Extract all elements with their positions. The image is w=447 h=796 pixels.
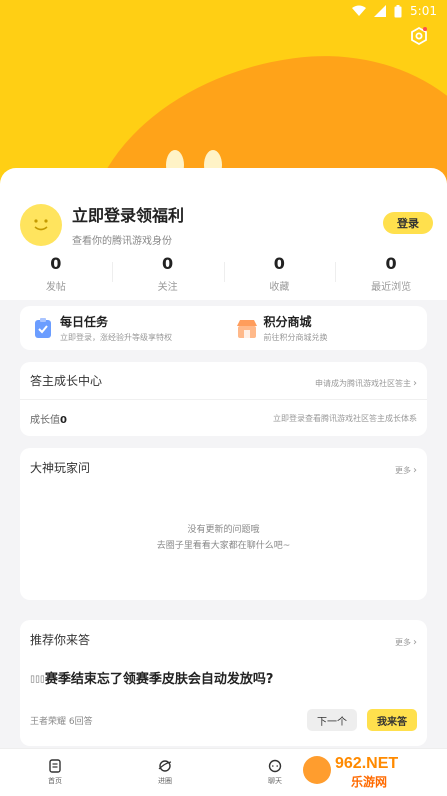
stat-label: 最近浏览: [371, 282, 412, 293]
recommend-more-link[interactable]: 更多 ›: [395, 630, 417, 649]
site-watermark-logo: 962.NET 乐游网: [303, 755, 398, 789]
expert-title: 大神玩家问: [30, 460, 91, 475]
status-time: 5:01: [410, 4, 437, 18]
header-background: [0, 0, 447, 190]
question-footer: 王者荣耀 6回答 下一个 我来答: [20, 687, 427, 731]
expert-questions-card: 大神玩家问 更多 › 没有更新的问题哦 去圈子里看看大家都在聊什么吧~: [20, 448, 427, 600]
question-meta: 王者荣耀 6回答: [30, 714, 93, 727]
points-mall-subtitle: 前往积分商城兑换: [263, 333, 328, 342]
expert-more-link[interactable]: 更多 ›: [395, 458, 417, 477]
more-label: 更多: [395, 465, 411, 475]
question-text: 赛季结束忘了领赛季皮肤会自动发放吗?: [44, 672, 274, 687]
stat-value: 0: [385, 254, 397, 273]
question-title[interactable]: ▯▯▯赛季结束忘了领赛季皮肤会自动发放吗?: [20, 658, 427, 687]
recommend-title: 推荐你来答: [30, 632, 91, 647]
recommend-card: 推荐你来答 更多 › ▯▯▯赛季结束忘了领赛季皮肤会自动发放吗? 王者荣耀 6回答…: [20, 620, 427, 746]
login-prompt-subtitle: 查看你的腾讯游戏身份: [72, 236, 172, 247]
more-label: 更多: [395, 637, 411, 647]
empty-line-1: 没有更新的问题哦: [187, 525, 260, 535]
next-question-button[interactable]: 下一个: [307, 709, 357, 731]
clipboard-check-icon: [35, 318, 51, 338]
daily-task-entry[interactable]: 每日任务 立即登录，涨经验升等级享特权: [20, 306, 224, 350]
recommend-header-row: 推荐你来答 更多 ›: [20, 620, 427, 658]
question-game: 王者荣耀: [30, 716, 67, 727]
smiley-icon: [34, 218, 48, 230]
growth-value-row: 成长值0 立即登录查看腾讯游戏社区答主成长体系: [20, 399, 427, 436]
growth-value: 0: [60, 414, 67, 426]
status-bar: 5:01: [352, 0, 437, 22]
stats-row: 0 发帖 0 关注 0 收藏 0 最近浏览: [0, 254, 447, 293]
question-answer-count: 6回答: [68, 716, 93, 727]
stat-label: 关注: [157, 282, 178, 293]
empty-line-2: 去圈子里看看大家都在聊什么吧~: [156, 541, 291, 551]
daily-task-subtitle: 立即登录，涨经验升等级享特权: [60, 333, 172, 342]
growth-center-card: 答主成长中心 申请成为腾讯游戏社区答主 › 成长值0 立即登录查看腾讯游戏社区答主…: [20, 362, 427, 436]
stat-favorites[interactable]: 0 收藏: [223, 254, 336, 293]
login-button[interactable]: 登录: [383, 212, 433, 234]
chevron-right-icon: ›: [413, 464, 417, 476]
points-mall-entry[interactable]: 积分商城 前往积分商城兑换: [224, 306, 428, 350]
points-mall-title: 积分商城: [263, 315, 312, 329]
stat-recent[interactable]: 0 最近浏览: [335, 254, 447, 293]
planet-icon: [158, 760, 172, 772]
svg-text:乐游网: 乐游网: [351, 774, 387, 789]
signal-icon: [374, 5, 387, 17]
growth-header-row[interactable]: 答主成长中心 申请成为腾讯游戏社区答主 ›: [20, 362, 427, 399]
battery-icon: [394, 4, 402, 17]
chevron-right-icon: ›: [413, 636, 417, 648]
growth-apply-link[interactable]: 申请成为腾讯游戏社区答主: [315, 379, 411, 388]
growth-value-label: 成长值: [30, 414, 60, 426]
tab-label: 进圈: [158, 777, 172, 785]
growth-login-hint[interactable]: 立即登录查看腾讯游戏社区答主成长体系: [273, 413, 417, 424]
stat-value: 0: [50, 254, 62, 273]
empty-state: 没有更新的问题哦 去圈子里看看大家都在聊什么吧~: [20, 522, 427, 554]
stat-label: 收藏: [269, 282, 290, 293]
stat-following[interactable]: 0 关注: [111, 254, 224, 293]
chevron-right-icon: ›: [413, 378, 417, 389]
tab-label: 首页: [48, 777, 62, 785]
profile-header[interactable]: 立即登录领福利 查看你的腾讯游戏身份: [20, 202, 184, 247]
home-doc-icon: [49, 759, 61, 773]
shop-icon: [236, 320, 257, 338]
wifi-icon: [352, 5, 367, 16]
orange-blob: [63, 32, 447, 190]
avatar[interactable]: [20, 203, 62, 246]
daily-task-title: 每日任务: [60, 315, 109, 329]
tab-label: 聊天: [268, 777, 282, 785]
tab-home[interactable]: 首页: [0, 749, 110, 796]
stat-posts[interactable]: 0 发帖: [0, 254, 112, 293]
stat-value: 0: [273, 254, 285, 273]
expert-header-row: 大神玩家问 更多 ›: [20, 448, 427, 486]
stat-label: 发帖: [45, 282, 66, 293]
tasks-card: 每日任务 立即登录，涨经验升等级享特权 积分商城 前往积分商城兑换: [20, 306, 427, 350]
growth-title: 答主成长中心: [30, 374, 103, 388]
glyph-placeholder-icon: ▯▯▯: [30, 674, 45, 685]
chat-icon: [268, 759, 282, 773]
stat-value: 0: [162, 254, 174, 273]
login-prompt-title: 立即登录领福利: [72, 206, 185, 225]
settings-icon[interactable]: [409, 26, 429, 46]
tab-circles[interactable]: 进圈: [110, 749, 220, 796]
svg-text:962.NET: 962.NET: [335, 755, 398, 772]
answer-button[interactable]: 我来答: [367, 709, 417, 731]
